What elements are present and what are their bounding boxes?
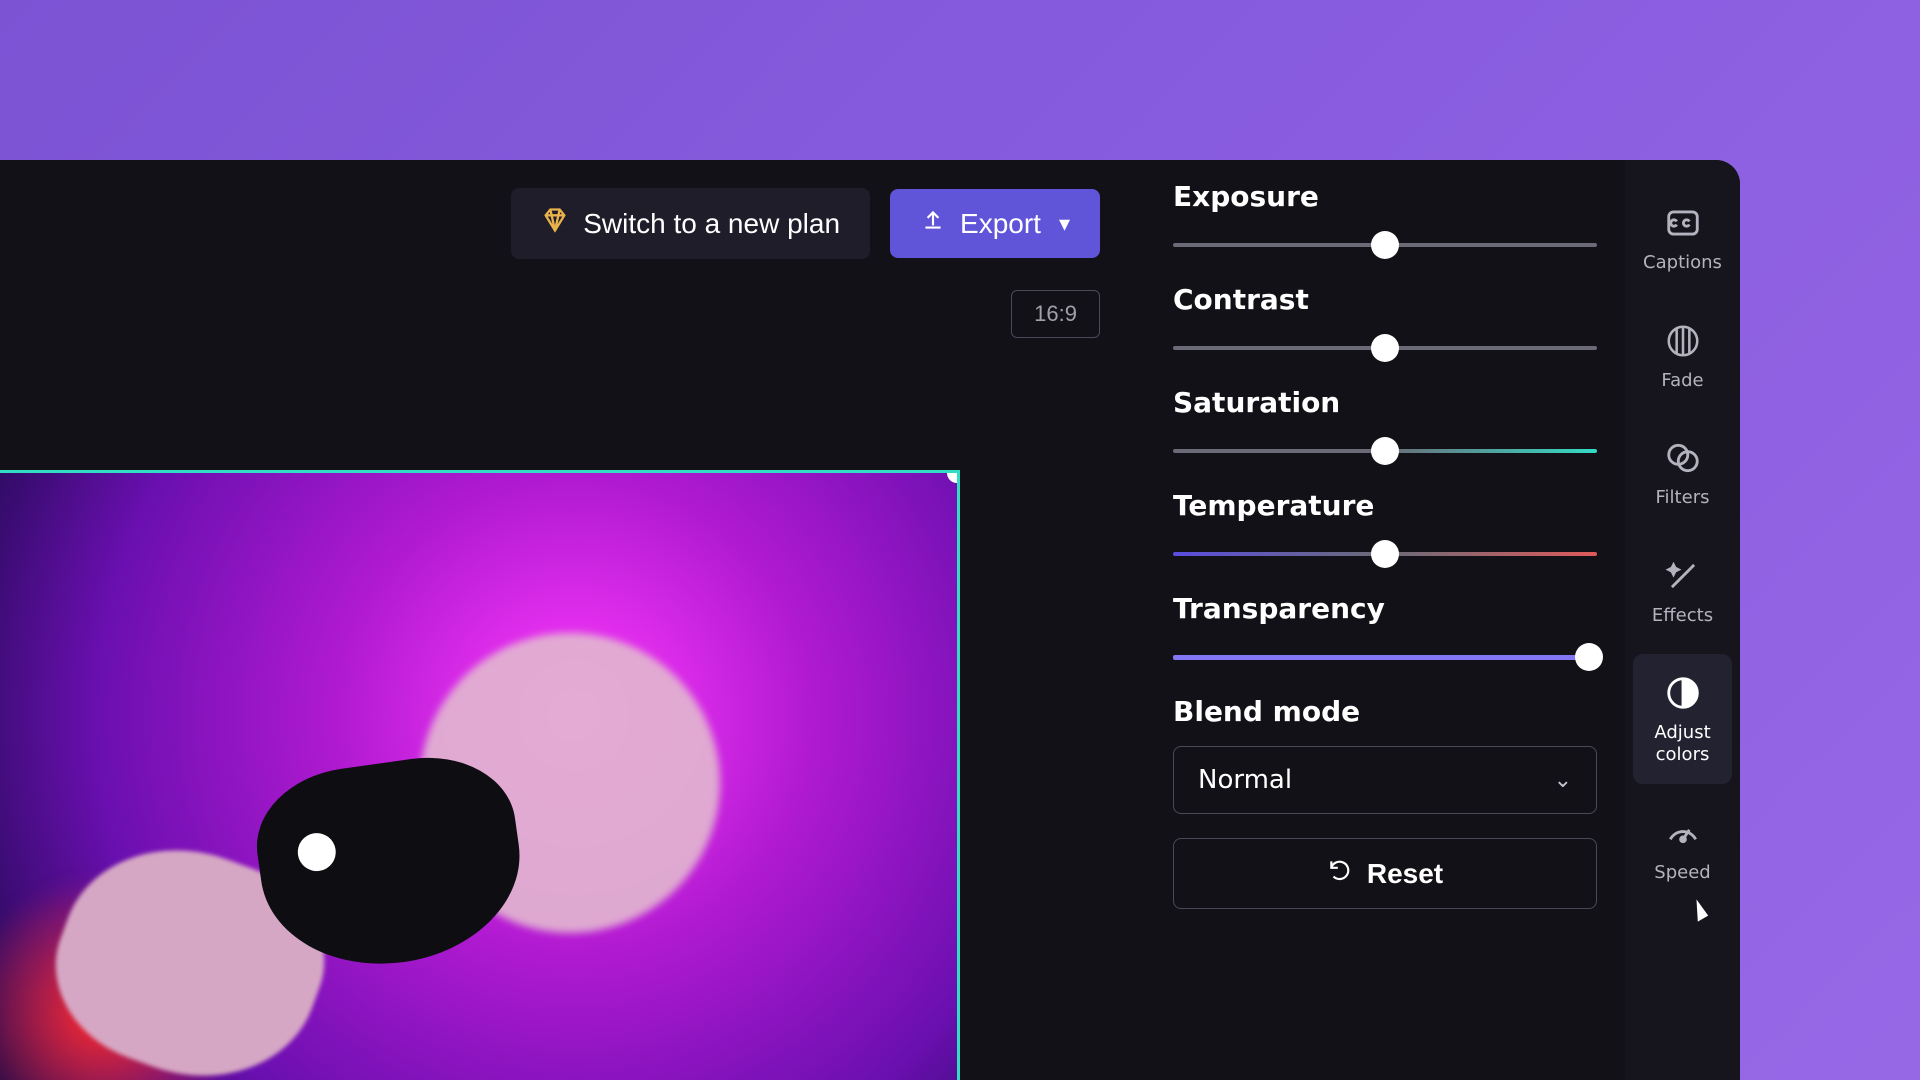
tab-label: Adjust colors [1633,722,1732,765]
captions-icon [1664,204,1702,242]
chevron-down-icon: ⌄ [1554,768,1572,793]
adjust-colors-icon [1664,674,1702,712]
adjust-colors-panel: Exposure Contrast Saturation Temperature [1145,170,1625,909]
saturation-slider[interactable] [1173,437,1597,465]
slider-transparency-group: Transparency [1173,592,1597,671]
tab-label: Speed [1654,862,1710,884]
aspect-ratio-button[interactable]: 16:9 [1011,290,1100,338]
tab-label: Fade [1661,370,1703,392]
tab-label: Captions [1643,252,1722,274]
effects-wand-icon [1664,557,1702,595]
reset-button[interactable]: Reset [1173,838,1597,909]
contrast-label: Contrast [1173,283,1597,316]
upload-icon [920,207,946,240]
temperature-slider[interactable] [1173,540,1597,568]
reset-label: Reset [1367,858,1443,890]
export-button[interactable]: Export ▾ [890,189,1100,258]
blend-mode-label: Blend mode [1173,695,1597,728]
switch-plan-button[interactable]: Switch to a new plan [511,188,870,259]
tab-adjust-colors[interactable]: Adjust colors [1633,654,1732,783]
slider-exposure-group: Exposure [1173,180,1597,259]
premium-diamond-icon [541,206,569,241]
top-toolbar: Switch to a new plan Export ▾ [511,188,1100,259]
slider-thumb[interactable] [1371,231,1399,259]
blend-mode-value: Normal [1198,765,1292,795]
tab-filters[interactable]: Filters [1625,419,1740,527]
blend-mode-select[interactable]: Normal ⌄ [1173,746,1597,814]
chevron-down-icon: ▾ [1059,211,1070,237]
slider-thumb[interactable] [1371,334,1399,362]
slider-thumb[interactable] [1371,437,1399,465]
aspect-ratio-value: 16:9 [1034,301,1077,326]
transparency-slider[interactable] [1173,643,1597,671]
transparency-label: Transparency [1173,592,1597,625]
video-preview-canvas[interactable] [0,470,960,1080]
saturation-label: Saturation [1173,386,1597,419]
exposure-slider[interactable] [1173,231,1597,259]
slider-thumb[interactable] [1371,540,1399,568]
blend-mode-group: Blend mode Normal ⌄ [1173,695,1597,814]
slider-saturation-group: Saturation [1173,386,1597,465]
tab-label: Filters [1656,487,1710,509]
temperature-label: Temperature [1173,489,1597,522]
switch-plan-label: Switch to a new plan [583,208,840,240]
app-window: Switch to a new plan Export ▾ 16:9 Expos… [0,160,1740,1080]
slider-temperature-group: Temperature [1173,489,1597,568]
slider-contrast-group: Contrast [1173,283,1597,362]
undo-icon [1327,857,1353,890]
tab-speed[interactable]: Speed [1625,794,1740,902]
speed-gauge-icon [1664,814,1702,852]
export-label: Export [960,208,1041,240]
slider-track [1173,655,1597,660]
fade-icon [1664,322,1702,360]
tab-effects[interactable]: Effects [1625,537,1740,645]
slider-thumb[interactable] [1575,643,1603,671]
tab-label: Effects [1652,605,1713,627]
right-tab-strip: Captions Fade Filters Effects Adjust col… [1625,160,1740,1080]
filters-icon [1664,439,1702,477]
contrast-slider[interactable] [1173,334,1597,362]
exposure-label: Exposure [1173,180,1597,213]
tab-fade[interactable]: Fade [1625,302,1740,410]
tab-captions[interactable]: Captions [1625,184,1740,292]
